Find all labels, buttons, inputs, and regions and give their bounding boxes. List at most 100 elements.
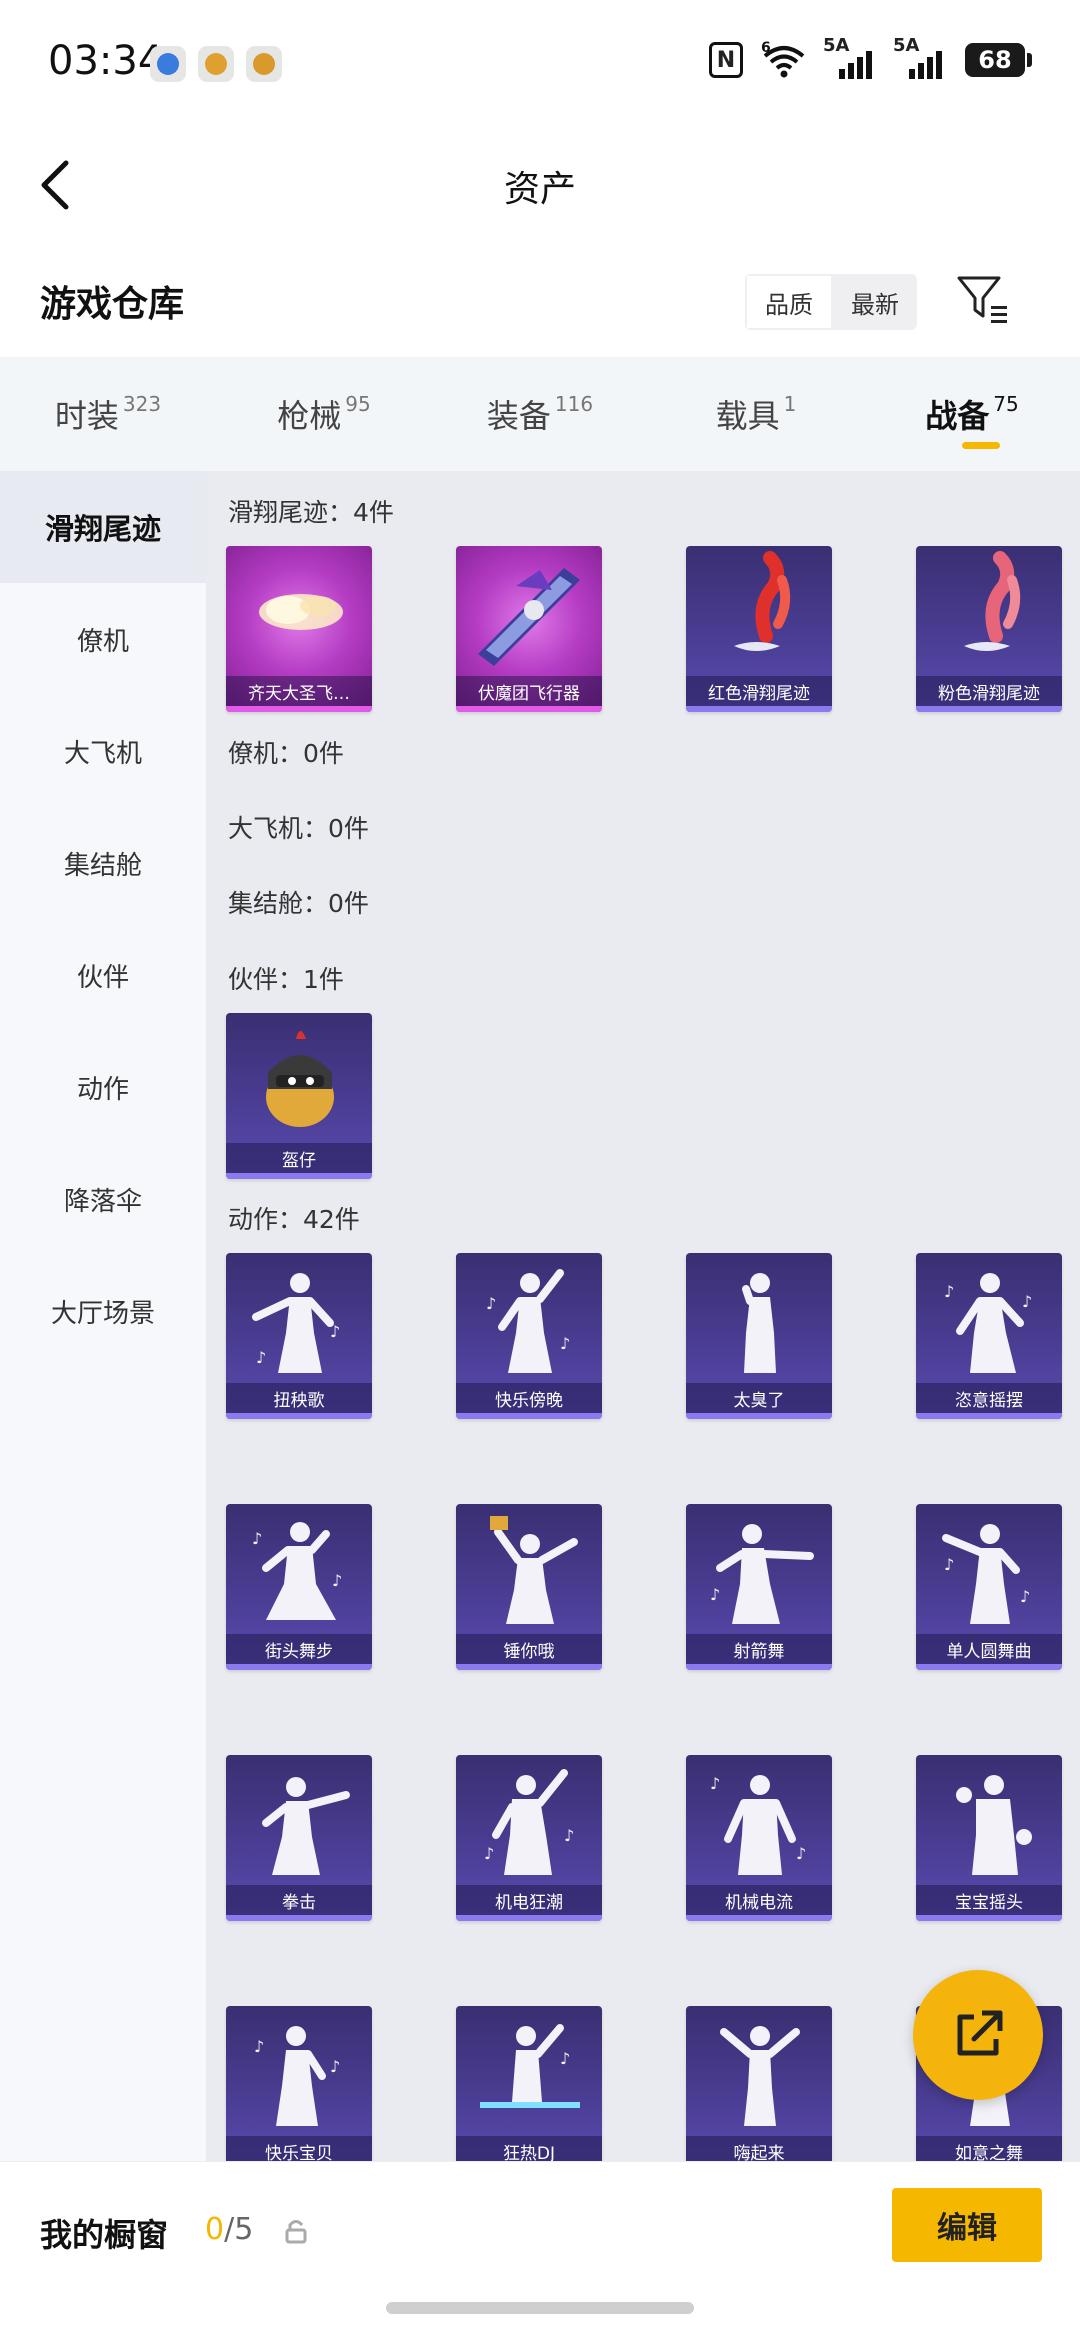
tab-count: 95 [345, 392, 371, 416]
item-card[interactable]: 锤你哦 [456, 1504, 602, 1670]
dancer-silhouette-icon: ♪ [710, 1524, 814, 1624]
side-item-capsule[interactable]: 集结舱 [0, 807, 206, 919]
svg-text:♪: ♪ [252, 1529, 262, 1548]
dancer-silhouette-icon: ♪♪ [252, 1522, 342, 1620]
section-title: 游戏仓库 [40, 284, 185, 325]
tab-count: 75 [993, 392, 1019, 416]
item-name: 红色滑翔尾迹 [686, 676, 832, 706]
item-card[interactable]: ♪ ♪ 恣意摇摆 [916, 1253, 1062, 1419]
item-card[interactable]: ♪ 狂热DJ [456, 2006, 602, 2172]
item-card[interactable]: ♪ ♪ 街头舞步 [226, 1504, 372, 1670]
item-name: 快乐傍晚 [456, 1383, 602, 1413]
svg-text:♪: ♪ [796, 1844, 806, 1863]
home-indicator [386, 2302, 694, 2314]
share-button[interactable] [913, 1970, 1043, 2100]
item-card[interactable]: ♪ ♪ 单人圆舞曲 [916, 1504, 1062, 1670]
showcase-count: 0/5 [205, 2212, 253, 2247]
svg-text:♪: ♪ [484, 1844, 494, 1863]
emote-count: 动作：42件 [228, 1205, 360, 1234]
item-card[interactable]: 红色滑翔尾迹 [686, 546, 832, 712]
item-card[interactable]: 盔仔 [226, 1013, 372, 1179]
item-card[interactable]: 太臭了 [686, 1253, 832, 1419]
boxing-silhouette-icon [262, 1777, 350, 1875]
tab-vehicles[interactable]: 载具 1 [648, 357, 864, 471]
dancer-silhouette-icon [742, 1273, 776, 1373]
item-card[interactable]: ♪ ♪ 机电狂潮 [456, 1755, 602, 1921]
notification-app-icon [150, 46, 186, 82]
item-card[interactable]: 齐天大圣飞… [226, 546, 372, 712]
glide-trail-count: 滑翔尾迹：4件 [228, 498, 394, 527]
tab-label: 装备 [486, 397, 551, 435]
item-name: 粉色滑翔尾迹 [916, 676, 1062, 706]
item-name: 太臭了 [686, 1383, 832, 1413]
page-title: 资产 [503, 169, 576, 210]
pink-smoke-trail-icon [964, 551, 1021, 651]
item-card[interactable]: 宝宝摇头 [916, 1755, 1062, 1921]
side-item-glide-trail[interactable]: 滑翔尾迹 [0, 471, 206, 583]
dancer-hammer-icon [490, 1516, 578, 1624]
dancer-silhouette-icon: ♪♪ [252, 1273, 340, 1373]
sort-quality-button[interactable]: 品质 [745, 274, 833, 330]
item-name: 机械电流 [686, 1885, 832, 1915]
item-card[interactable]: ♪ ♪ 快乐傍晚 [456, 1253, 602, 1419]
svg-text:♪: ♪ [256, 1348, 266, 1367]
side-item-lobby-scene[interactable]: 大厅场景 [0, 1255, 206, 1367]
tab-count: 1 [783, 392, 797, 416]
big-plane-count: 大飞机：0件 [228, 814, 369, 843]
side-item-wingman[interactable]: 僚机 [0, 583, 206, 695]
item-card[interactable]: 拳击 [226, 1755, 372, 1921]
showcase-bar: 我的橱窗 0/5 编辑 [0, 2161, 1080, 2330]
tab-guns[interactable]: 枪械 95 [216, 357, 432, 471]
tab-label: 枪械 [277, 397, 342, 435]
cloud-trail-icon [259, 594, 343, 630]
item-name: 盔仔 [226, 1143, 372, 1173]
side-item-big-plane[interactable]: 大飞机 [0, 695, 206, 807]
tab-equipment[interactable]: 装备 116 [432, 357, 648, 471]
filter-icon [957, 276, 1007, 323]
item-name: 伏魔团飞行器 [456, 676, 602, 706]
svg-text:♪: ♪ [560, 2049, 570, 2068]
svg-text:♪: ♪ [560, 1334, 570, 1353]
edit-button[interactable]: 编辑 [892, 2188, 1042, 2262]
item-card[interactable]: ♪ ♪ 快乐宝贝 [226, 2006, 372, 2172]
item-card[interactable]: 嗨起来 [686, 2006, 832, 2172]
showcase-total: /5 [224, 2212, 254, 2247]
side-nav: 滑翔尾迹 僚机 大飞机 集结舱 伙伴 动作 降落伞 大厅场景 [0, 471, 206, 2161]
svg-text:♪: ♪ [564, 1826, 574, 1845]
tab-combat-gear[interactable]: 战备 75 [864, 357, 1080, 471]
item-card[interactable]: 粉色滑翔尾迹 [916, 546, 1062, 712]
svg-text:♪: ♪ [1020, 1587, 1030, 1606]
sort-toggle: 品质 最新 [745, 274, 917, 330]
wingman-count: 僚机：0件 [228, 739, 344, 768]
battery-icon: 68 [965, 43, 1032, 77]
showcase-current: 0 [205, 2212, 225, 2247]
flying-craft-icon [478, 568, 580, 666]
svg-text:♪: ♪ [1022, 1292, 1032, 1311]
tab-label: 时装 [54, 397, 119, 435]
svg-text:♪: ♪ [332, 1571, 342, 1590]
item-card[interactable]: ♪ 射箭舞 [686, 1504, 832, 1670]
sort-newest-button[interactable]: 最新 [833, 274, 917, 330]
status-bar: 03:34 N 6 5A 5A 68 [0, 0, 1080, 130]
status-app-icons [150, 46, 282, 82]
item-name: 单人圆舞曲 [916, 1634, 1062, 1664]
tab-fashion[interactable]: 时装 323 [0, 357, 216, 471]
dancer-silhouette-icon: ♪♪ [710, 1774, 806, 1875]
side-item-parachute[interactable]: 降落伞 [0, 1143, 206, 1255]
showcase-label: 我的橱窗 [40, 2216, 169, 2254]
filter-button[interactable] [955, 272, 1011, 328]
wifi-label: 6 [761, 40, 771, 56]
item-name: 拳击 [226, 1885, 372, 1915]
category-tabs: 时装 323 枪械 95 装备 116 载具 1 战备 75 [0, 357, 1080, 471]
side-item-partner[interactable]: 伙伴 [0, 919, 206, 1031]
item-card[interactable]: ♪ ♪ 机械电流 [686, 1755, 832, 1921]
item-card[interactable]: 伏魔团飞行器 [456, 546, 602, 712]
red-smoke-trail-icon [734, 551, 791, 651]
side-item-emote[interactable]: 动作 [0, 1031, 206, 1143]
item-list: 滑翔尾迹：4件 齐天大圣飞… 伏魔团飞行器 红色滑翔尾迹 粉色滑翔尾迹 僚机：0… [206, 471, 1080, 2172]
lock-icon [285, 2220, 307, 2244]
item-card[interactable]: ♪ ♪ 扭秧歌 [226, 1253, 372, 1419]
item-name: 宝宝摇头 [916, 1885, 1062, 1915]
signal-icon: 5A [893, 35, 947, 79]
capsule-count: 集结舱：0件 [228, 889, 369, 918]
